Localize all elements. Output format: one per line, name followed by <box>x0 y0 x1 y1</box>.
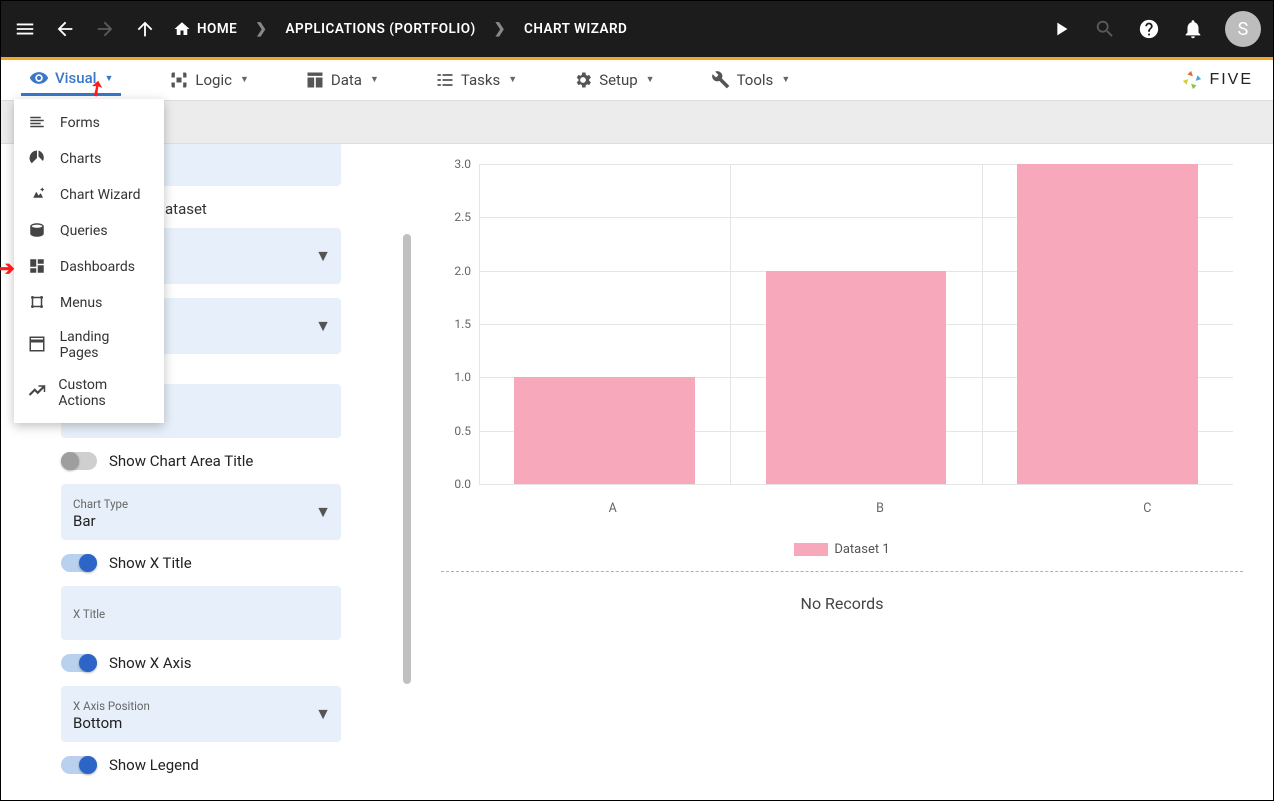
logic-icon <box>169 70 189 90</box>
visual-dropdown: Forms Charts Chart Wizard Queries Dashbo… <box>14 99 164 423</box>
wizard-icon <box>28 185 48 205</box>
chevron-down-icon: ▼ <box>315 502 331 522</box>
up-icon[interactable] <box>133 17 157 41</box>
scrollbar-thumb[interactable] <box>403 234 411 684</box>
menu-chart-wizard[interactable]: Chart Wizard <box>14 177 164 213</box>
tools-icon <box>711 70 731 90</box>
chart-bar <box>1017 164 1198 484</box>
top-bar: HOME ❯ APPLICATIONS (PORTFOLIO) ❯ CHART … <box>1 1 1273 57</box>
breadcrumb: HOME ❯ APPLICATIONS (PORTFOLIO) ❯ CHART … <box>173 20 627 38</box>
menu-dashboards[interactable]: Dashboards <box>14 249 164 285</box>
tab-data[interactable]: Data▼ <box>297 65 387 95</box>
forms-icon <box>28 113 48 133</box>
chevron-right-icon: ❯ <box>255 21 267 37</box>
separator <box>441 571 1243 572</box>
breadcrumb-current[interactable]: CHART WIZARD <box>524 21 627 37</box>
chevron-down-icon: ▼ <box>240 74 249 85</box>
toggle-label: Show Legend <box>109 756 199 774</box>
chart-preview: 0.00.51.01.52.02.53.0ABC Dataset 1 No Re… <box>411 144 1273 800</box>
main: ataset ▼ ▼ Chart Area Title * Show Chart… <box>1 144 1273 800</box>
chart-bar <box>766 271 947 484</box>
x-title-field[interactable]: X Title <box>61 586 341 640</box>
charts-icon <box>28 149 48 169</box>
forward-icon <box>93 17 117 41</box>
menu-menus[interactable]: Menus <box>14 285 164 321</box>
x-tick-label: B <box>876 501 884 516</box>
chevron-down-icon: ▼ <box>315 316 331 336</box>
menu-landing-pages[interactable]: Landing Pages <box>14 321 164 369</box>
x-tick-label: A <box>609 501 617 516</box>
tab-logic[interactable]: Logic▼ <box>161 65 256 95</box>
menus-icon <box>28 293 48 313</box>
actions-icon <box>28 383 46 403</box>
dashboards-icon <box>28 257 48 277</box>
chart-canvas: 0.00.51.01.52.02.53.0ABC <box>441 164 1243 534</box>
toggle-label: Show X Title <box>109 554 192 572</box>
menu-icon[interactable] <box>13 17 37 41</box>
bell-icon[interactable] <box>1181 17 1205 41</box>
chart-type-field[interactable]: Chart Type Bar ▼ <box>61 484 341 540</box>
back-icon[interactable] <box>53 17 77 41</box>
breadcrumb-applications[interactable]: APPLICATIONS (PORTFOLIO) <box>286 21 476 37</box>
toggle-show-x-axis[interactable] <box>61 654 97 672</box>
play-icon[interactable] <box>1049 17 1073 41</box>
tab-tasks[interactable]: Tasks▼ <box>427 65 525 95</box>
menu-charts[interactable]: Charts <box>14 141 164 177</box>
avatar[interactable]: S <box>1225 11 1261 47</box>
toggle-show-x-title[interactable] <box>61 554 97 572</box>
gear-icon <box>573 70 593 90</box>
legend-swatch <box>794 543 828 556</box>
ribbon: Visual▼ Logic▼ Data▼ Tasks▼ Setup▼ Tools… <box>1 60 1273 100</box>
tasks-icon <box>435 70 455 90</box>
chevron-down-icon: ▼ <box>315 704 331 724</box>
menu-custom-actions[interactable]: Custom Actions <box>14 369 164 417</box>
chart-bar <box>514 377 695 484</box>
chevron-down-icon: ▼ <box>508 74 517 85</box>
no-records-label: No Records <box>441 586 1243 621</box>
toggle-label: Show Chart Area Title <box>109 452 253 470</box>
table-icon <box>305 70 325 90</box>
chevron-down-icon: ▼ <box>781 74 790 85</box>
landing-icon <box>28 335 48 355</box>
chevron-down-icon: ▼ <box>646 74 655 85</box>
chevron-right-icon: ❯ <box>494 21 506 37</box>
brand-logo: FIVE <box>1181 69 1253 91</box>
subheader <box>1 100 1273 144</box>
search-icon[interactable] <box>1093 17 1117 41</box>
tab-setup[interactable]: Setup▼ <box>565 65 662 95</box>
queries-icon <box>28 221 48 241</box>
tab-tools[interactable]: Tools▼ <box>703 65 799 95</box>
toggle-show-legend[interactable] <box>61 756 97 774</box>
menu-queries[interactable]: Queries <box>14 213 164 249</box>
tab-visual[interactable]: Visual▼ <box>21 63 121 96</box>
toggle-label: Show X Axis <box>109 654 191 672</box>
x-tick-label: C <box>1143 501 1151 516</box>
chevron-down-icon: ▼ <box>370 74 379 85</box>
menu-forms[interactable]: Forms <box>14 105 164 141</box>
chevron-down-icon: ▼ <box>315 246 331 266</box>
chevron-down-icon: ▼ <box>104 73 113 84</box>
x-axis-position-field[interactable]: X Axis Position Bottom ▼ <box>61 686 341 742</box>
eye-icon <box>29 68 49 88</box>
chart-legend: Dataset 1 <box>441 542 1243 557</box>
help-icon[interactable] <box>1137 17 1161 41</box>
toggle-show-chart-area-title[interactable] <box>61 452 97 470</box>
breadcrumb-home[interactable]: HOME <box>173 20 237 38</box>
